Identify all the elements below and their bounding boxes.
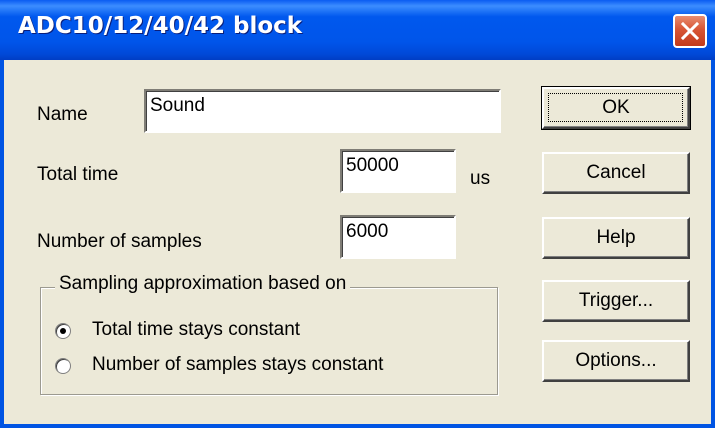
radio-number-of-samples-label[interactable]: Number of samples stays constant — [92, 354, 383, 376]
cancel-button[interactable]: Cancel — [542, 152, 690, 194]
focus-rectangle — [548, 93, 683, 122]
window-title: ADC10/12/40/42 block — [18, 13, 303, 39]
help-button[interactable]: Help — [542, 217, 690, 259]
num-samples-label: Number of samples — [37, 231, 202, 252]
close-button[interactable] — [673, 14, 707, 48]
help-button-label: Help — [596, 227, 636, 248]
cancel-button-label: Cancel — [586, 162, 646, 183]
sampling-groupbox-legend: Sampling approximation based on — [55, 273, 351, 295]
name-label: Name — [37, 104, 88, 125]
total-time-unit: us — [470, 168, 491, 189]
num-samples-input[interactable]: 6000 — [340, 215, 456, 259]
total-time-input-value: 50000 — [346, 155, 399, 176]
total-time-label: Total time — [37, 164, 119, 185]
total-time-input[interactable]: 50000 — [340, 149, 456, 193]
name-input[interactable]: Sound — [144, 89, 501, 133]
trigger-button-label: Trigger... — [578, 290, 654, 311]
sampling-groupbox — [40, 287, 498, 395]
options-button[interactable]: Options... — [542, 340, 690, 382]
radio-total-time-label[interactable]: Total time stays constant — [92, 319, 300, 341]
radio-button-checked[interactable] — [55, 323, 71, 339]
close-icon — [681, 22, 699, 40]
num-samples-input-value: 6000 — [346, 221, 389, 242]
radio-dot — [60, 328, 66, 334]
ok-button[interactable]: OK — [541, 86, 691, 130]
name-input-value: Sound — [150, 95, 205, 116]
options-button-label: Options... — [575, 350, 657, 371]
title-bar[interactable]: ADC10/12/40/42 block — [0, 0, 715, 60]
radio-button-unchecked[interactable] — [55, 358, 71, 374]
trigger-button[interactable]: Trigger... — [542, 280, 690, 322]
